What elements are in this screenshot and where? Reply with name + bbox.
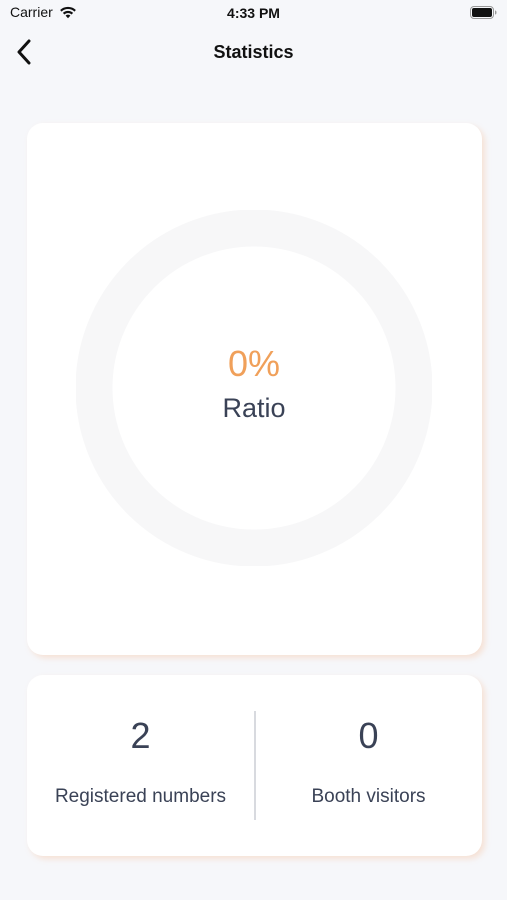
status-bar: Carrier 4:33 PM [0, 0, 507, 28]
booth-visitors-value: 0 [358, 715, 379, 756]
registered-numbers-value: 2 [130, 715, 151, 756]
page-title: Statistics [213, 42, 294, 62]
booth-visitors-stat: 0 Booth visitors [255, 675, 482, 856]
ratio-ring-label: 0% Ratio [76, 210, 432, 566]
status-time: 4:33 PM [227, 5, 280, 21]
counts-card: 2 Registered numbers 0 Booth visitors [27, 675, 482, 856]
registered-numbers-stat: 2 Registered numbers [27, 675, 254, 856]
ratio-label: Ratio [222, 392, 286, 423]
ratio-ring-chart: 0% Ratio [76, 210, 432, 566]
ratio-card: 0% Ratio [27, 123, 482, 655]
ratio-value: 0% [227, 342, 281, 384]
registered-numbers-label: Registered numbers [54, 786, 227, 807]
booth-visitors-label: Booth visitors [311, 786, 426, 807]
nav-bar: Statistics [0, 30, 507, 74]
